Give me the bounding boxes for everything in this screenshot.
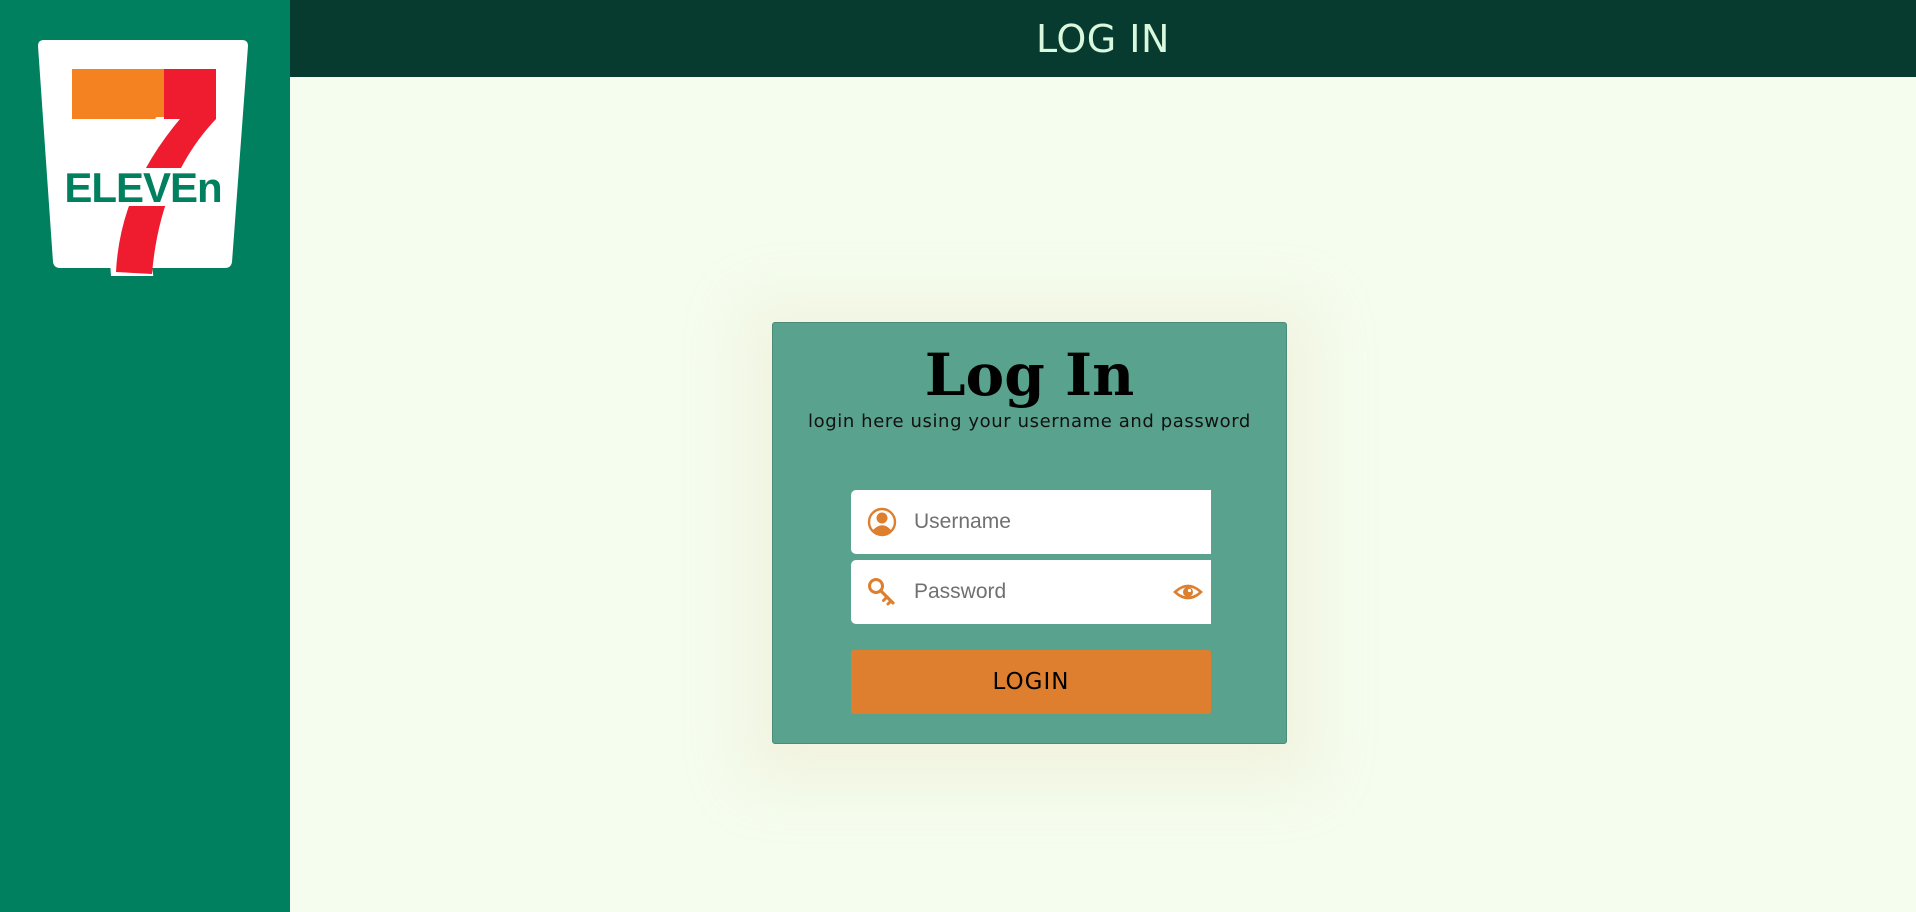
key-icon — [868, 578, 895, 606]
username-field[interactable] — [851, 490, 1211, 554]
top-bar: LOG IN — [290, 0, 1916, 77]
user-icon — [867, 507, 897, 537]
logo-text: ELEVEn — [64, 164, 221, 211]
login-button[interactable]: LOGIN — [851, 650, 1211, 714]
password-field[interactable] — [851, 560, 1211, 624]
eye-icon[interactable] — [1173, 579, 1203, 605]
page-title: LOG IN — [1036, 16, 1170, 61]
login-card-subtitle: login here using your username and passw… — [808, 411, 1251, 432]
sidebar: ELEVEn — [0, 0, 290, 912]
login-card-title: Log In — [924, 341, 1135, 409]
seven-eleven-logo: ELEVEn — [38, 40, 248, 276]
password-input[interactable] — [914, 572, 1169, 612]
login-card: Log In login here using your username an… — [772, 322, 1287, 744]
username-input[interactable] — [914, 502, 1169, 542]
